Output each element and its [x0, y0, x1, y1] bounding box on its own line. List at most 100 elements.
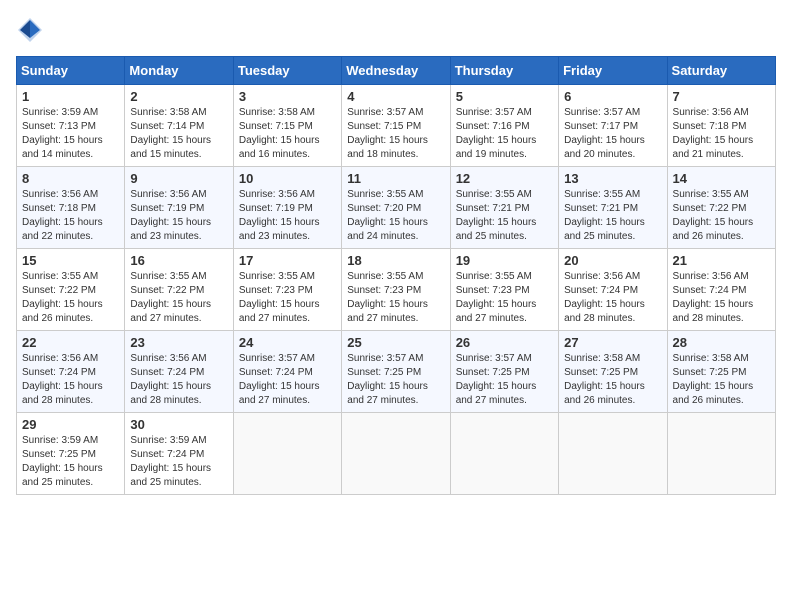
- day-number: 9: [130, 171, 227, 186]
- calendar-row: 8 Sunrise: 3:56 AMSunset: 7:18 PMDayligh…: [17, 167, 776, 249]
- day-info: Sunrise: 3:59 AMSunset: 7:13 PMDaylight:…: [22, 106, 119, 162]
- calendar-cell: 23 Sunrise: 3:56 AMSunset: 7:24 PMDaylig…: [125, 331, 233, 413]
- day-number: 8: [22, 171, 119, 186]
- day-info: Sunrise: 3:55 AMSunset: 7:23 PMDaylight:…: [239, 270, 336, 326]
- day-number: 27: [564, 335, 661, 350]
- day-info: Sunrise: 3:58 AMSunset: 7:14 PMDaylight:…: [130, 106, 227, 162]
- day-info: Sunrise: 3:58 AMSunset: 7:15 PMDaylight:…: [239, 106, 336, 162]
- calendar-cell: [450, 413, 558, 495]
- calendar-cell: [559, 413, 667, 495]
- calendar-cell: 14 Sunrise: 3:55 AMSunset: 7:22 PMDaylig…: [667, 167, 775, 249]
- day-number: 12: [456, 171, 553, 186]
- day-info: Sunrise: 3:56 AMSunset: 7:19 PMDaylight:…: [130, 188, 227, 244]
- day-info: Sunrise: 3:56 AMSunset: 7:24 PMDaylight:…: [564, 270, 661, 326]
- calendar-cell: 10 Sunrise: 3:56 AMSunset: 7:19 PMDaylig…: [233, 167, 341, 249]
- calendar-cell: 27 Sunrise: 3:58 AMSunset: 7:25 PMDaylig…: [559, 331, 667, 413]
- calendar-cell: 1 Sunrise: 3:59 AMSunset: 7:13 PMDayligh…: [17, 85, 125, 167]
- page-header: [16, 16, 776, 44]
- calendar-cell: 7 Sunrise: 3:56 AMSunset: 7:18 PMDayligh…: [667, 85, 775, 167]
- calendar-cell: 13 Sunrise: 3:55 AMSunset: 7:21 PMDaylig…: [559, 167, 667, 249]
- day-info: Sunrise: 3:55 AMSunset: 7:22 PMDaylight:…: [673, 188, 770, 244]
- day-number: 25: [347, 335, 444, 350]
- calendar-cell: 28 Sunrise: 3:58 AMSunset: 7:25 PMDaylig…: [667, 331, 775, 413]
- calendar-cell: 24 Sunrise: 3:57 AMSunset: 7:24 PMDaylig…: [233, 331, 341, 413]
- calendar-cell: 6 Sunrise: 3:57 AMSunset: 7:17 PMDayligh…: [559, 85, 667, 167]
- calendar-cell: [233, 413, 341, 495]
- calendar-cell: 26 Sunrise: 3:57 AMSunset: 7:25 PMDaylig…: [450, 331, 558, 413]
- day-number: 1: [22, 89, 119, 104]
- calendar-cell: 19 Sunrise: 3:55 AMSunset: 7:23 PMDaylig…: [450, 249, 558, 331]
- calendar-cell: 4 Sunrise: 3:57 AMSunset: 7:15 PMDayligh…: [342, 85, 450, 167]
- day-info: Sunrise: 3:56 AMSunset: 7:24 PMDaylight:…: [130, 352, 227, 408]
- day-info: Sunrise: 3:57 AMSunset: 7:16 PMDaylight:…: [456, 106, 553, 162]
- day-number: 21: [673, 253, 770, 268]
- day-info: Sunrise: 3:55 AMSunset: 7:21 PMDaylight:…: [456, 188, 553, 244]
- day-number: 28: [673, 335, 770, 350]
- calendar-cell: 9 Sunrise: 3:56 AMSunset: 7:19 PMDayligh…: [125, 167, 233, 249]
- calendar-cell: 17 Sunrise: 3:55 AMSunset: 7:23 PMDaylig…: [233, 249, 341, 331]
- day-info: Sunrise: 3:57 AMSunset: 7:25 PMDaylight:…: [347, 352, 444, 408]
- day-number: 11: [347, 171, 444, 186]
- logo-icon: [16, 16, 44, 44]
- calendar-cell: 15 Sunrise: 3:55 AMSunset: 7:22 PMDaylig…: [17, 249, 125, 331]
- day-info: Sunrise: 3:55 AMSunset: 7:22 PMDaylight:…: [130, 270, 227, 326]
- day-number: 7: [673, 89, 770, 104]
- calendar-cell: 29 Sunrise: 3:59 AMSunset: 7:25 PMDaylig…: [17, 413, 125, 495]
- day-info: Sunrise: 3:57 AMSunset: 7:25 PMDaylight:…: [456, 352, 553, 408]
- day-info: Sunrise: 3:55 AMSunset: 7:21 PMDaylight:…: [564, 188, 661, 244]
- day-info: Sunrise: 3:55 AMSunset: 7:23 PMDaylight:…: [456, 270, 553, 326]
- day-number: 17: [239, 253, 336, 268]
- day-info: Sunrise: 3:56 AMSunset: 7:24 PMDaylight:…: [22, 352, 119, 408]
- day-number: 6: [564, 89, 661, 104]
- day-info: Sunrise: 3:55 AMSunset: 7:22 PMDaylight:…: [22, 270, 119, 326]
- weekday-header-sunday: Sunday: [17, 57, 125, 85]
- day-info: Sunrise: 3:56 AMSunset: 7:18 PMDaylight:…: [22, 188, 119, 244]
- day-number: 4: [347, 89, 444, 104]
- calendar-cell: 21 Sunrise: 3:56 AMSunset: 7:24 PMDaylig…: [667, 249, 775, 331]
- day-number: 16: [130, 253, 227, 268]
- weekday-header-wednesday: Wednesday: [342, 57, 450, 85]
- calendar-cell: [667, 413, 775, 495]
- weekday-header-row: SundayMondayTuesdayWednesdayThursdayFrid…: [17, 57, 776, 85]
- calendar-cell: 3 Sunrise: 3:58 AMSunset: 7:15 PMDayligh…: [233, 85, 341, 167]
- calendar-cell: [342, 413, 450, 495]
- weekday-header-thursday: Thursday: [450, 57, 558, 85]
- day-info: Sunrise: 3:58 AMSunset: 7:25 PMDaylight:…: [564, 352, 661, 408]
- calendar-cell: 25 Sunrise: 3:57 AMSunset: 7:25 PMDaylig…: [342, 331, 450, 413]
- calendar-cell: 16 Sunrise: 3:55 AMSunset: 7:22 PMDaylig…: [125, 249, 233, 331]
- weekday-header-monday: Monday: [125, 57, 233, 85]
- day-info: Sunrise: 3:57 AMSunset: 7:15 PMDaylight:…: [347, 106, 444, 162]
- day-info: Sunrise: 3:55 AMSunset: 7:20 PMDaylight:…: [347, 188, 444, 244]
- calendar-cell: 22 Sunrise: 3:56 AMSunset: 7:24 PMDaylig…: [17, 331, 125, 413]
- day-info: Sunrise: 3:57 AMSunset: 7:17 PMDaylight:…: [564, 106, 661, 162]
- day-info: Sunrise: 3:56 AMSunset: 7:19 PMDaylight:…: [239, 188, 336, 244]
- day-info: Sunrise: 3:58 AMSunset: 7:25 PMDaylight:…: [673, 352, 770, 408]
- calendar-table: SundayMondayTuesdayWednesdayThursdayFrid…: [16, 56, 776, 495]
- day-number: 13: [564, 171, 661, 186]
- day-number: 5: [456, 89, 553, 104]
- day-number: 18: [347, 253, 444, 268]
- day-info: Sunrise: 3:56 AMSunset: 7:24 PMDaylight:…: [673, 270, 770, 326]
- calendar-cell: 2 Sunrise: 3:58 AMSunset: 7:14 PMDayligh…: [125, 85, 233, 167]
- day-number: 24: [239, 335, 336, 350]
- day-info: Sunrise: 3:59 AMSunset: 7:24 PMDaylight:…: [130, 434, 227, 490]
- calendar-cell: 30 Sunrise: 3:59 AMSunset: 7:24 PMDaylig…: [125, 413, 233, 495]
- day-info: Sunrise: 3:55 AMSunset: 7:23 PMDaylight:…: [347, 270, 444, 326]
- calendar-row: 29 Sunrise: 3:59 AMSunset: 7:25 PMDaylig…: [17, 413, 776, 495]
- calendar-cell: 8 Sunrise: 3:56 AMSunset: 7:18 PMDayligh…: [17, 167, 125, 249]
- day-number: 20: [564, 253, 661, 268]
- weekday-header-tuesday: Tuesday: [233, 57, 341, 85]
- weekday-header-friday: Friday: [559, 57, 667, 85]
- day-info: Sunrise: 3:59 AMSunset: 7:25 PMDaylight:…: [22, 434, 119, 490]
- day-number: 29: [22, 417, 119, 432]
- day-number: 26: [456, 335, 553, 350]
- day-number: 2: [130, 89, 227, 104]
- day-info: Sunrise: 3:56 AMSunset: 7:18 PMDaylight:…: [673, 106, 770, 162]
- calendar-cell: 12 Sunrise: 3:55 AMSunset: 7:21 PMDaylig…: [450, 167, 558, 249]
- day-number: 19: [456, 253, 553, 268]
- day-number: 30: [130, 417, 227, 432]
- calendar-row: 1 Sunrise: 3:59 AMSunset: 7:13 PMDayligh…: [17, 85, 776, 167]
- weekday-header-saturday: Saturday: [667, 57, 775, 85]
- calendar-row: 15 Sunrise: 3:55 AMSunset: 7:22 PMDaylig…: [17, 249, 776, 331]
- calendar-cell: 11 Sunrise: 3:55 AMSunset: 7:20 PMDaylig…: [342, 167, 450, 249]
